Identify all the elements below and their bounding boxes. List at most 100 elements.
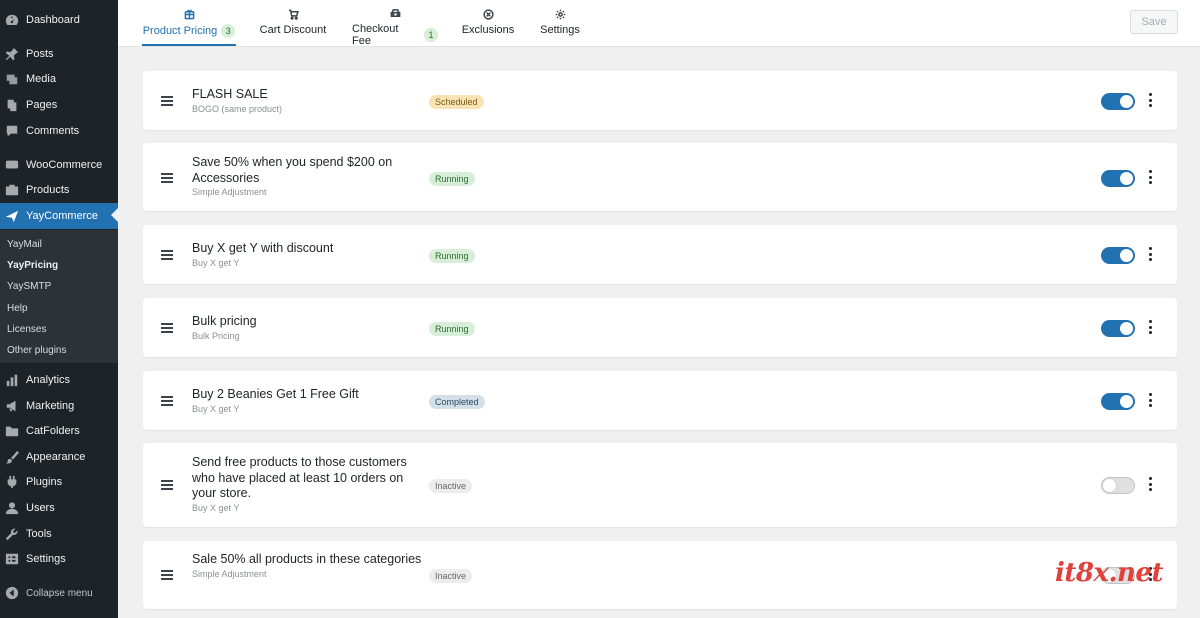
rule-enable-toggle[interactable]	[1101, 393, 1135, 410]
drag-handle-icon[interactable]	[161, 173, 173, 183]
more-options-icon[interactable]	[1147, 170, 1153, 184]
drag-handle-icon[interactable]	[161, 570, 173, 580]
sidebar-item-plugins[interactable]: Plugins	[0, 470, 118, 494]
status-badge: Running	[429, 249, 475, 263]
tab-label: Checkout Fee	[352, 23, 399, 47]
rule-title[interactable]: Buy X get Y with discount Buy X get Y	[192, 241, 422, 269]
more-options-icon[interactable]	[1147, 247, 1153, 261]
rule-type: Bulk Pricing	[192, 330, 240, 341]
toggle-knob	[1120, 322, 1133, 335]
admin-sidebar: Dashboard Posts Media Pages Comments Woo…	[0, 0, 118, 618]
rule-card: Buy 2 Beanies Get 1 Free Gift Buy X get …	[143, 371, 1177, 430]
drag-handle-icon[interactable]	[161, 323, 173, 333]
collapse-menu-button[interactable]: Collapse menu	[0, 581, 118, 605]
submenu-item-other-plugins[interactable]: Other plugins	[7, 345, 66, 356]
rule-title-text: Save 50% when you spend $200 on Accessor…	[192, 155, 393, 185]
submenu-item-licenses[interactable]: Licenses	[7, 324, 46, 335]
sidebar-item-comments[interactable]: Comments	[0, 119, 118, 143]
more-options-icon[interactable]	[1147, 477, 1153, 491]
cart-icon	[288, 8, 299, 20]
rule-title[interactable]: Buy 2 Beanies Get 1 Free Gift Buy X get …	[192, 387, 422, 415]
drag-handle-icon[interactable]	[161, 480, 173, 490]
more-options-icon[interactable]	[1147, 393, 1153, 407]
gear-icon	[555, 8, 566, 20]
tab-count-badge: 1	[424, 28, 438, 42]
rule-title[interactable]: Sale 50% all products in these categorie…	[192, 552, 422, 580]
rule-card: FLASH SALE BOGO (same product) Scheduled	[143, 71, 1177, 130]
status-badge: Scheduled	[429, 95, 484, 109]
sidebar-item-catfolders[interactable]: CatFolders	[0, 419, 118, 443]
car-icon	[390, 8, 401, 19]
yaycommerce-submenu: YayMail YayPricing YaySMTP Help Licenses…	[0, 230, 118, 363]
tab-count-badge: 3	[221, 24, 236, 38]
rule-type: Buy X get Y	[192, 257, 240, 268]
submenu-item-yaymail[interactable]: YayMail	[7, 239, 42, 250]
toggle-knob	[1120, 395, 1133, 408]
sidebar-item-label: Tools	[26, 528, 52, 540]
rule-title[interactable]: Bulk pricing Bulk Pricing	[192, 314, 422, 342]
drag-handle-icon[interactable]	[161, 250, 173, 260]
pages-icon	[5, 98, 19, 112]
rule-title-text: Bulk pricing	[192, 314, 257, 328]
more-options-icon[interactable]	[1147, 320, 1153, 334]
products-icon	[5, 183, 19, 197]
rule-title[interactable]: Save 50% when you spend $200 on Accessor…	[192, 155, 422, 198]
sidebar-item-appearance[interactable]: Appearance	[0, 445, 118, 469]
tag-icon	[184, 8, 195, 20]
megaphone-icon	[5, 399, 19, 413]
submenu-item-yaysmtp[interactable]: YaySMTP	[7, 281, 51, 292]
sidebar-item-analytics[interactable]: Analytics	[0, 368, 118, 392]
tab-settings[interactable]: Settings	[538, 0, 582, 47]
rule-card: Bulk pricing Bulk Pricing Running	[143, 298, 1177, 357]
drag-handle-icon[interactable]	[161, 396, 173, 406]
rule-card: Sale 50% all products in these categorie…	[143, 541, 1177, 609]
rule-enable-toggle[interactable]	[1101, 247, 1135, 264]
rule-type: Buy X get Y	[192, 403, 240, 414]
sidebar-item-products[interactable]: Products	[0, 178, 118, 202]
sidebar-item-marketing[interactable]: Marketing	[0, 394, 118, 418]
toggle-knob	[1120, 172, 1133, 185]
sidebar-item-label: Dashboard	[26, 14, 80, 26]
submenu-item-yaypricing[interactable]: YayPricing	[7, 260, 58, 271]
sidebar-item-label: WooCommerce	[26, 159, 103, 171]
chart-icon	[5, 373, 19, 387]
rule-title-text: Buy 2 Beanies Get 1 Free Gift	[192, 387, 359, 401]
sidebar-item-dashboard[interactable]: Dashboard	[0, 8, 118, 32]
toggle-knob	[1103, 479, 1116, 492]
rule-enable-toggle[interactable]	[1101, 320, 1135, 337]
sidebar-item-label: Appearance	[26, 451, 86, 463]
save-button[interactable]: Save	[1130, 10, 1178, 34]
tab-bar: Product Pricing 3 Cart Discount Checkout…	[118, 0, 1200, 47]
tab-product-pricing[interactable]: Product Pricing 3	[142, 0, 236, 47]
sidebar-item-users[interactable]: Users	[0, 496, 118, 520]
rule-enable-toggle[interactable]	[1101, 93, 1135, 110]
rule-title[interactable]: Send free products to those customers wh…	[192, 455, 422, 514]
sidebar-item-pages[interactable]: Pages	[0, 93, 118, 117]
sidebar-item-tools[interactable]: Tools	[0, 522, 118, 546]
tab-exclusions[interactable]: Exclusions	[460, 0, 516, 47]
more-options-icon[interactable]	[1147, 93, 1153, 107]
toggle-knob	[1120, 95, 1133, 108]
sidebar-item-woocommerce[interactable]: WooCommerce	[0, 153, 118, 177]
rule-type: Simple Adjustment	[192, 187, 267, 197]
sidebar-item-media[interactable]: Media	[0, 67, 118, 91]
rule-title[interactable]: FLASH SALE BOGO (same product)	[192, 87, 422, 115]
wrench-icon	[5, 527, 19, 541]
sidebar-item-settings[interactable]: Settings	[0, 547, 118, 571]
comment-icon	[5, 124, 19, 138]
woo-icon	[5, 158, 19, 172]
sidebar-item-label: Posts	[26, 48, 54, 60]
rule-enable-toggle[interactable]	[1101, 170, 1135, 187]
tab-cart-discount[interactable]: Cart Discount	[258, 0, 328, 47]
status-badge: Completed	[429, 395, 485, 409]
rule-card: Save 50% when you spend $200 on Accessor…	[143, 143, 1177, 211]
rule-enable-toggle[interactable]	[1101, 477, 1135, 494]
rule-type: Buy X get Y	[192, 502, 240, 513]
drag-handle-icon[interactable]	[161, 96, 173, 106]
submenu-item-help[interactable]: Help	[7, 303, 28, 314]
sidebar-item-posts[interactable]: Posts	[0, 42, 118, 66]
collapse-menu-label: Collapse menu	[26, 587, 93, 599]
pin-icon	[5, 47, 19, 61]
sidebar-item-yaycommerce[interactable]: YayCommerce	[0, 203, 118, 229]
tab-checkout-fee[interactable]: Checkout Fee 1	[352, 0, 438, 47]
